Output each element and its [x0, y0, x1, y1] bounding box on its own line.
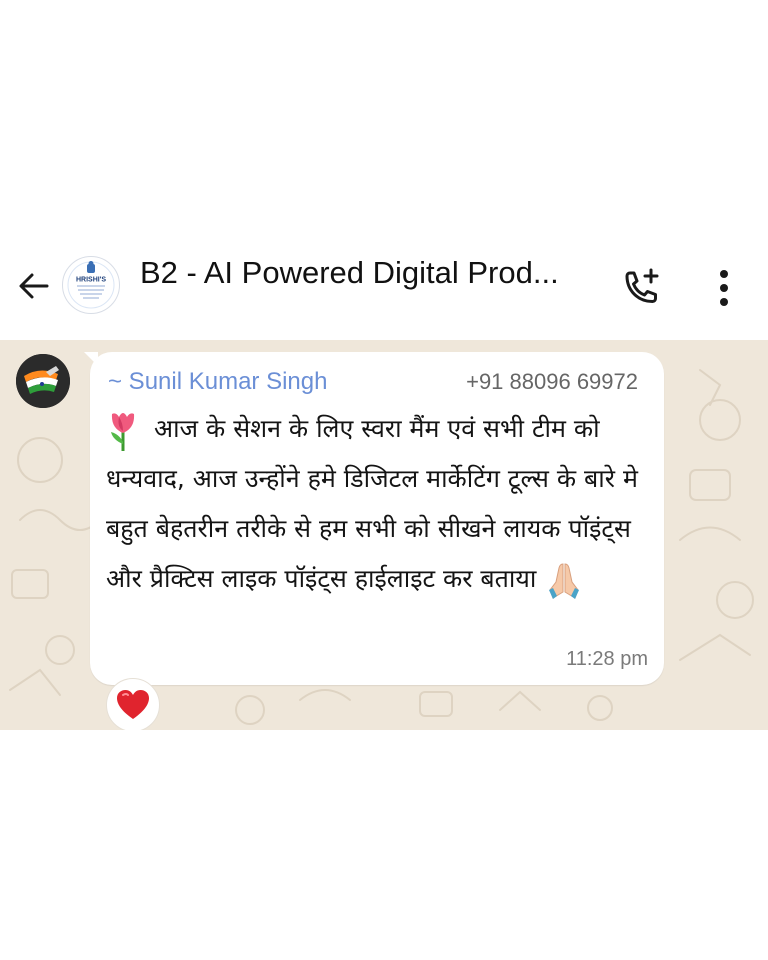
- back-button[interactable]: [14, 266, 54, 306]
- more-options-button[interactable]: [704, 264, 744, 312]
- sender-name[interactable]: ~ Sunil Kumar Singh: [108, 368, 327, 396]
- arrow-left-icon: [19, 273, 49, 299]
- message-bubble[interactable]: ~ Sunil Kumar Singh +91 88096 69972 आज क…: [90, 352, 664, 685]
- sender-avatar[interactable]: [16, 354, 70, 408]
- svg-text:HRISHI'S: HRISHI'S: [76, 277, 106, 284]
- tulip-icon: [111, 413, 135, 451]
- group-avatar[interactable]: HRISHI'S: [62, 256, 120, 314]
- sender-phone[interactable]: +91 88096 69972: [466, 369, 638, 395]
- red-heart-icon: [117, 690, 149, 719]
- more-vertical-icon: [720, 270, 728, 306]
- add-call-button[interactable]: [618, 264, 666, 312]
- chat-title[interactable]: B2 - AI Powered Digital Prod...: [140, 254, 585, 292]
- reaction-badge[interactable]: [106, 678, 160, 730]
- message-time: 11:28 pm: [566, 648, 648, 670]
- avatar-image: [16, 354, 70, 408]
- folded-hands-icon: [549, 563, 580, 599]
- chat-header: HRISHI'S B2 - AI Powered Digital Prod...: [0, 238, 768, 338]
- message-text: आज के सेशन के लिए स्वरा मैंम एवं सभी टीम…: [106, 404, 646, 604]
- add-call-icon: [625, 268, 659, 303]
- chat-area[interactable]: ~ Sunil Kumar Singh +91 88096 69972 आज क…: [0, 340, 768, 730]
- group-logo: HRISHI'S: [64, 258, 118, 312]
